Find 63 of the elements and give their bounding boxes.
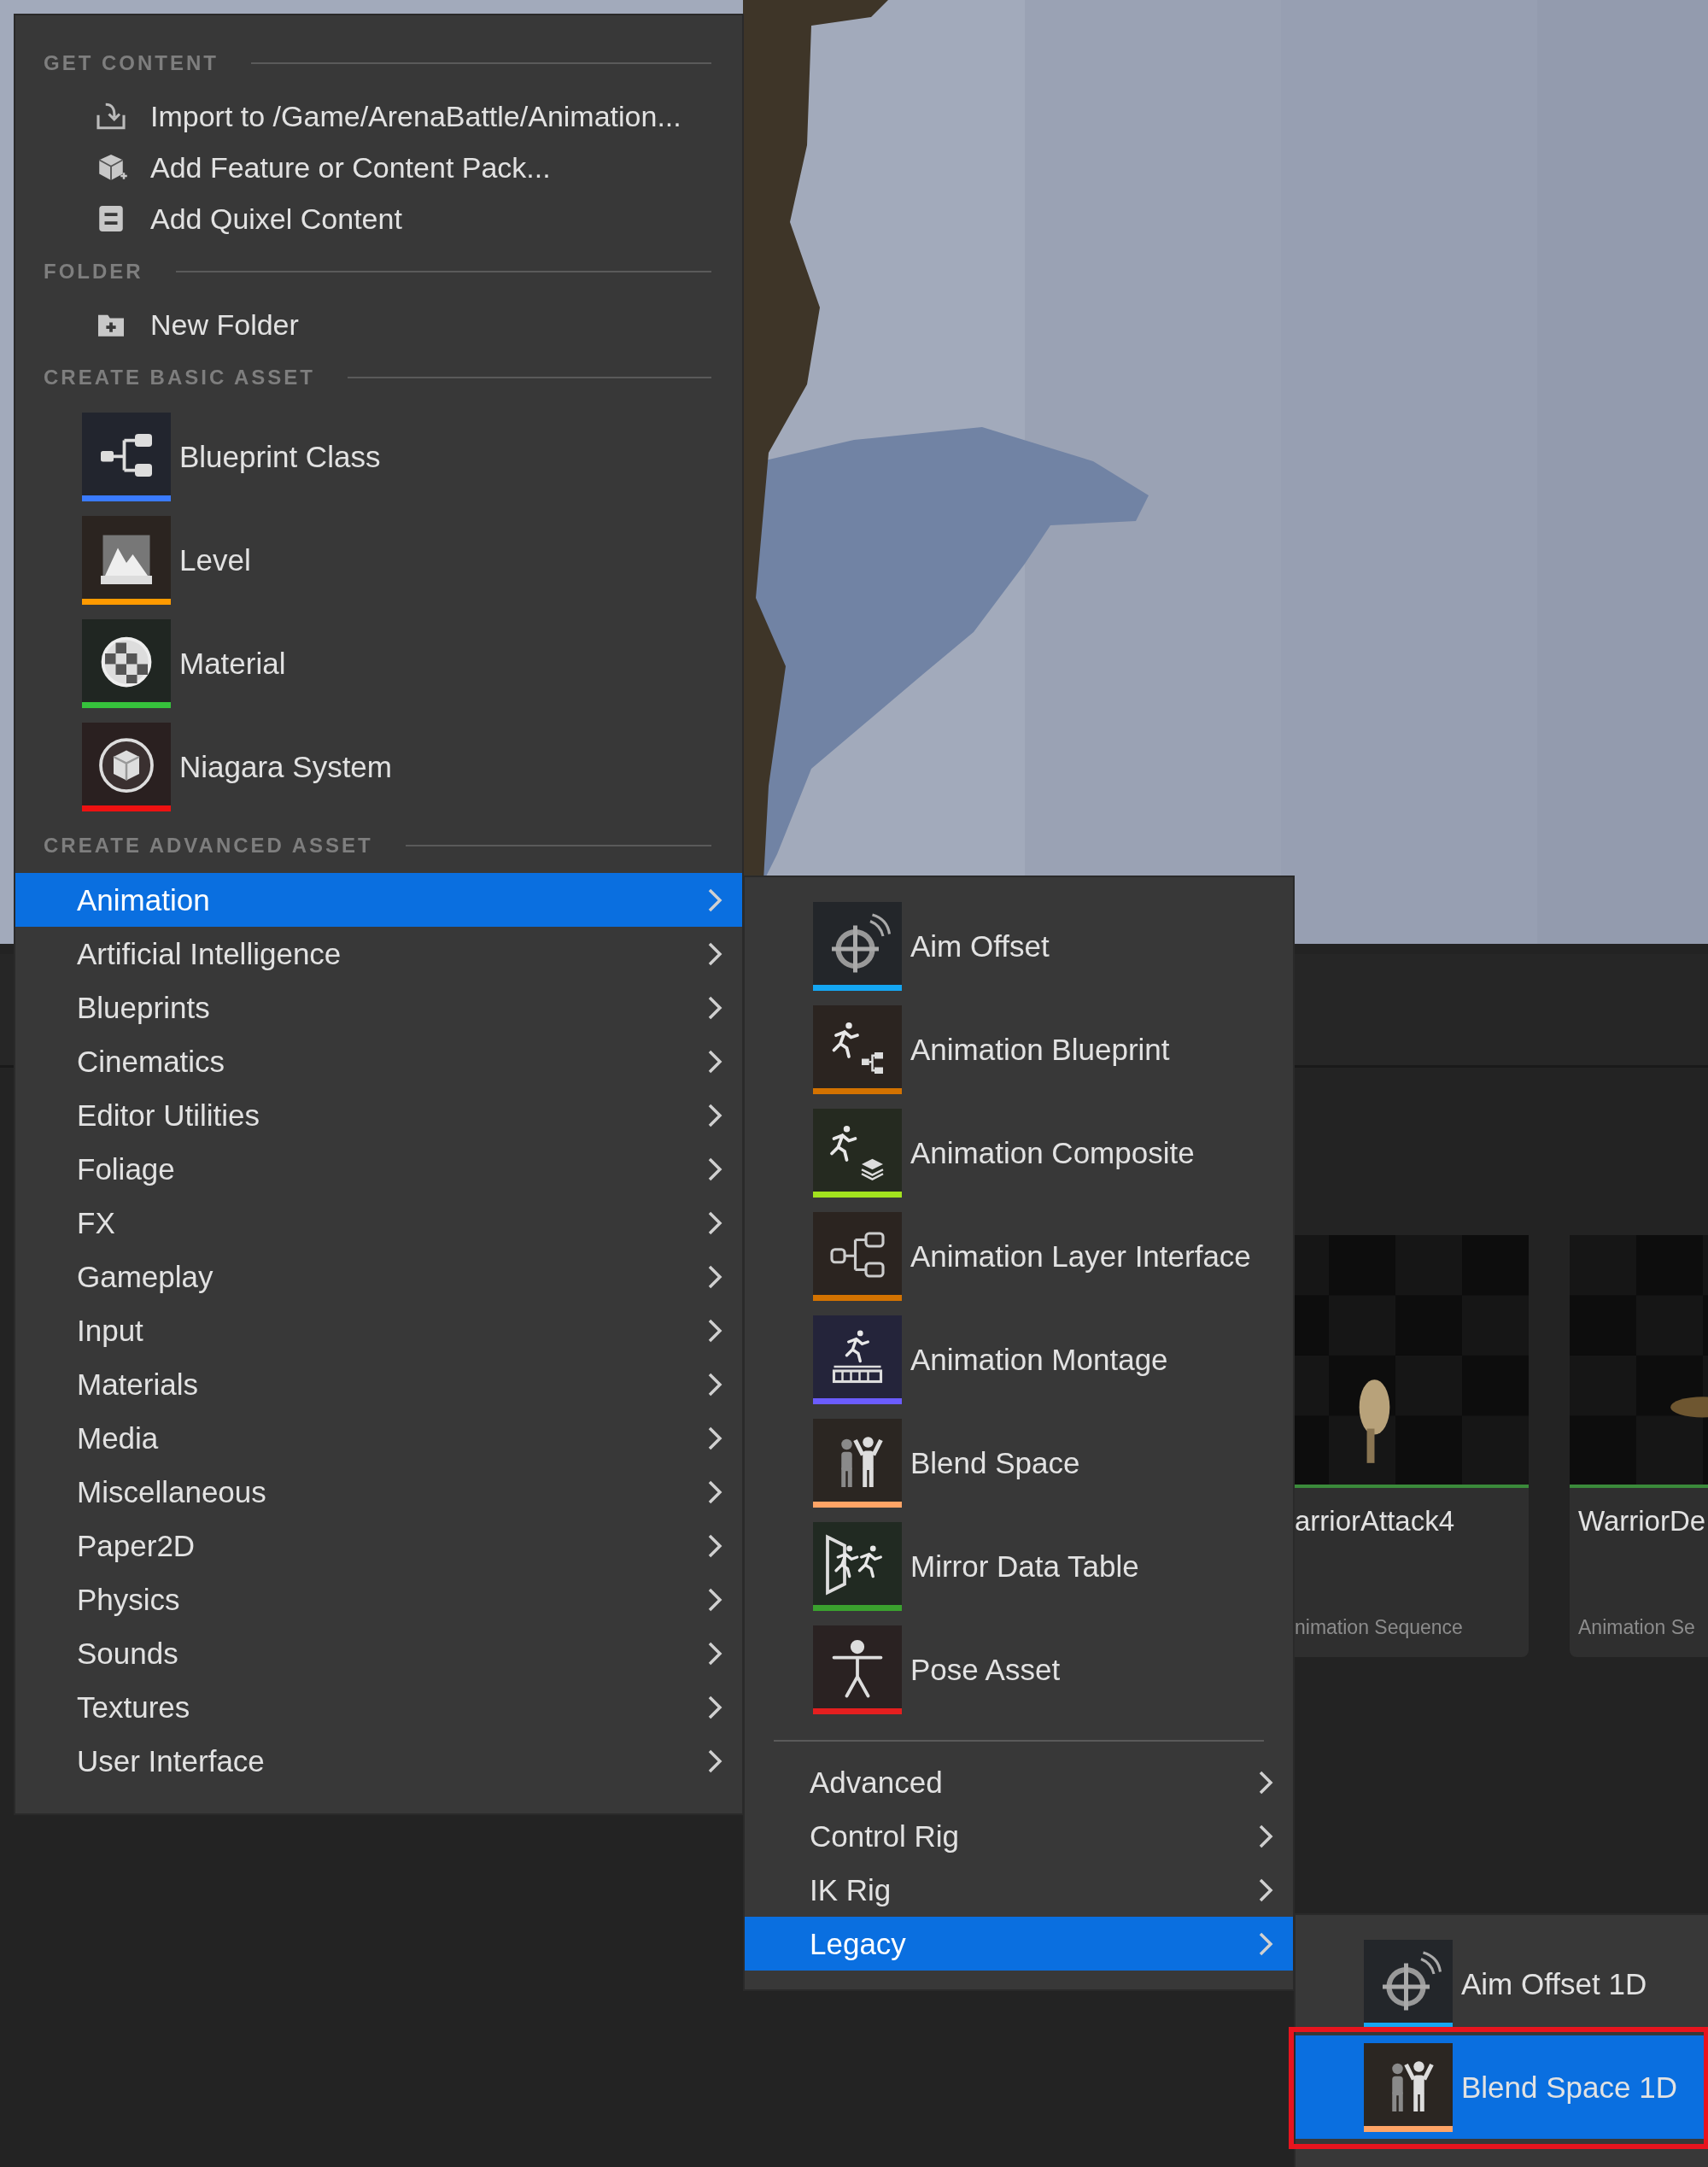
menu-item[interactable]: Aim Offset xyxy=(745,894,1293,998)
chevron-icon xyxy=(706,1694,723,1720)
submenu-item[interactable]: Materials xyxy=(15,1357,742,1411)
chevron-icon xyxy=(706,1586,723,1613)
chevron-icon xyxy=(706,1371,723,1397)
asset-name: arriorAttack4 xyxy=(1294,1504,1456,1537)
section-header: FOLDER xyxy=(44,260,143,284)
submenu-item[interactable]: Gameplay xyxy=(15,1250,742,1303)
chevron-icon xyxy=(706,887,723,913)
submenu-item[interactable]: Physics xyxy=(15,1573,742,1626)
submenu-item[interactable]: Paper2D xyxy=(15,1519,742,1573)
submenu-item[interactable]: Miscellaneous xyxy=(15,1465,742,1519)
asset-name: WarriorDe xyxy=(1577,1504,1707,1537)
chevron-icon xyxy=(1257,1823,1274,1849)
menu-item[interactable]: Add Quixel Content xyxy=(15,193,742,244)
menu-item[interactable]: Level xyxy=(15,508,742,612)
submenu-item[interactable]: Textures xyxy=(15,1680,742,1734)
submenu-item[interactable]: Advanced xyxy=(745,1755,1293,1809)
asset-type: Animation Se xyxy=(1577,1615,1696,1639)
menu-item[interactable]: Blueprint Class xyxy=(15,405,742,508)
menu-item[interactable]: Material xyxy=(15,612,742,715)
chevron-icon xyxy=(706,1479,723,1505)
chevron-icon xyxy=(706,1209,723,1236)
menu-item[interactable]: New Folder xyxy=(15,299,742,350)
chevron-icon xyxy=(706,1640,723,1666)
chevron-icon xyxy=(706,940,723,967)
submenu-item[interactable]: Legacy xyxy=(745,1917,1293,1971)
chevron-icon xyxy=(706,1048,723,1075)
submenu-item[interactable]: Control Rig xyxy=(745,1809,1293,1863)
section-header: CREATE BASIC ASSET xyxy=(44,366,316,389)
menu-item[interactable]: Niagara System xyxy=(15,715,742,818)
submenu-item[interactable]: Blueprints xyxy=(15,981,742,1034)
submenu-item[interactable]: Sounds xyxy=(15,1626,742,1680)
submenu-item[interactable]: Artificial Intelligence xyxy=(15,927,742,981)
chevron-icon xyxy=(706,1263,723,1290)
menu-item[interactable]: Add Feature or Content Pack... xyxy=(15,142,742,193)
chevron-icon xyxy=(706,994,723,1021)
chevron-icon xyxy=(1257,1769,1274,1795)
section-header: GET CONTENT xyxy=(44,51,219,75)
submenu-item[interactable]: IK Rig xyxy=(745,1863,1293,1917)
asset-type: nimation Sequence xyxy=(1294,1615,1464,1639)
submenu-item[interactable]: User Interface xyxy=(15,1734,742,1788)
chevron-icon xyxy=(706,1156,723,1182)
submenu-item[interactable]: Editor Utilities xyxy=(15,1088,742,1142)
submenu-item[interactable]: Media xyxy=(15,1411,742,1465)
chevron-icon xyxy=(706,1317,723,1344)
section-header: CREATE ADVANCED ASSET xyxy=(44,834,373,858)
submenu-item[interactable]: Animation xyxy=(15,873,742,927)
submenu-item[interactable]: Cinematics xyxy=(15,1034,742,1088)
chevron-icon xyxy=(706,1748,723,1774)
asset-tile[interactable]: WarriorDe Animation Se xyxy=(1570,1235,1708,1657)
submenu-item[interactable]: Foliage xyxy=(15,1142,742,1196)
chevron-icon xyxy=(706,1532,723,1559)
chevron-icon xyxy=(1257,1877,1274,1903)
menu-item[interactable]: Import to /Game/ArenaBattle/Animation... xyxy=(15,91,742,142)
chevron-icon xyxy=(706,1425,723,1451)
menu-item[interactable]: Aim Offset 1D xyxy=(1296,1932,1708,2035)
menu-item[interactable]: Animation Blueprint xyxy=(745,998,1293,1101)
menu-item[interactable]: Animation Composite xyxy=(745,1101,1293,1204)
chevron-icon xyxy=(706,1102,723,1128)
submenu-item[interactable]: Input xyxy=(15,1303,742,1357)
chevron-icon xyxy=(1257,1930,1274,1957)
submenu-item[interactable]: FX xyxy=(15,1196,742,1250)
